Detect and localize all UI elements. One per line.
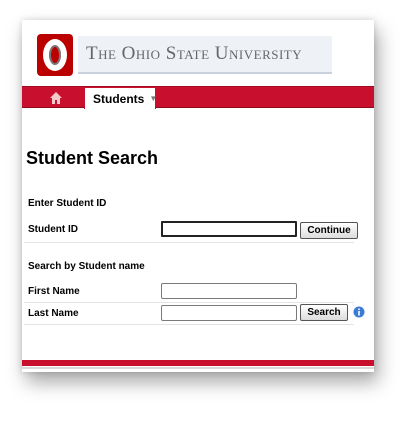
university-banner: The Ohio State University (78, 36, 332, 74)
divider (24, 324, 354, 325)
student-id-input[interactable] (161, 221, 297, 237)
last-name-input[interactable] (161, 305, 297, 321)
enter-student-id-label: Enter Student ID (28, 198, 107, 209)
home-icon[interactable] (50, 92, 62, 104)
search-button[interactable]: Search (300, 304, 348, 321)
ohio-state-o-logo-icon (37, 34, 73, 76)
page-title: Student Search (26, 148, 159, 168)
header: The Ohio State University (32, 30, 332, 78)
tab-students[interactable]: Students ▼ (84, 87, 158, 109)
divider (24, 242, 354, 243)
university-name: The Ohio State University (86, 43, 303, 64)
footer-bar (22, 360, 374, 366)
info-icon[interactable] (353, 306, 365, 318)
nav-bar: Students ▼ (22, 86, 374, 109)
first-name-label: First Name (28, 286, 80, 297)
search-by-name-label: Search by Student name (28, 261, 145, 272)
last-name-label: Last Name (28, 308, 79, 319)
continue-button[interactable]: Continue (300, 222, 358, 239)
student-id-label: Student ID (28, 224, 78, 235)
divider (24, 302, 354, 303)
tab-students-label: Students (93, 91, 145, 106)
footer-rule (22, 367, 374, 369)
chevron-down-icon: ▼ (149, 94, 158, 103)
page-frame: The Ohio State University Students ▼ Stu… (22, 20, 374, 372)
first-name-input[interactable] (161, 283, 297, 299)
